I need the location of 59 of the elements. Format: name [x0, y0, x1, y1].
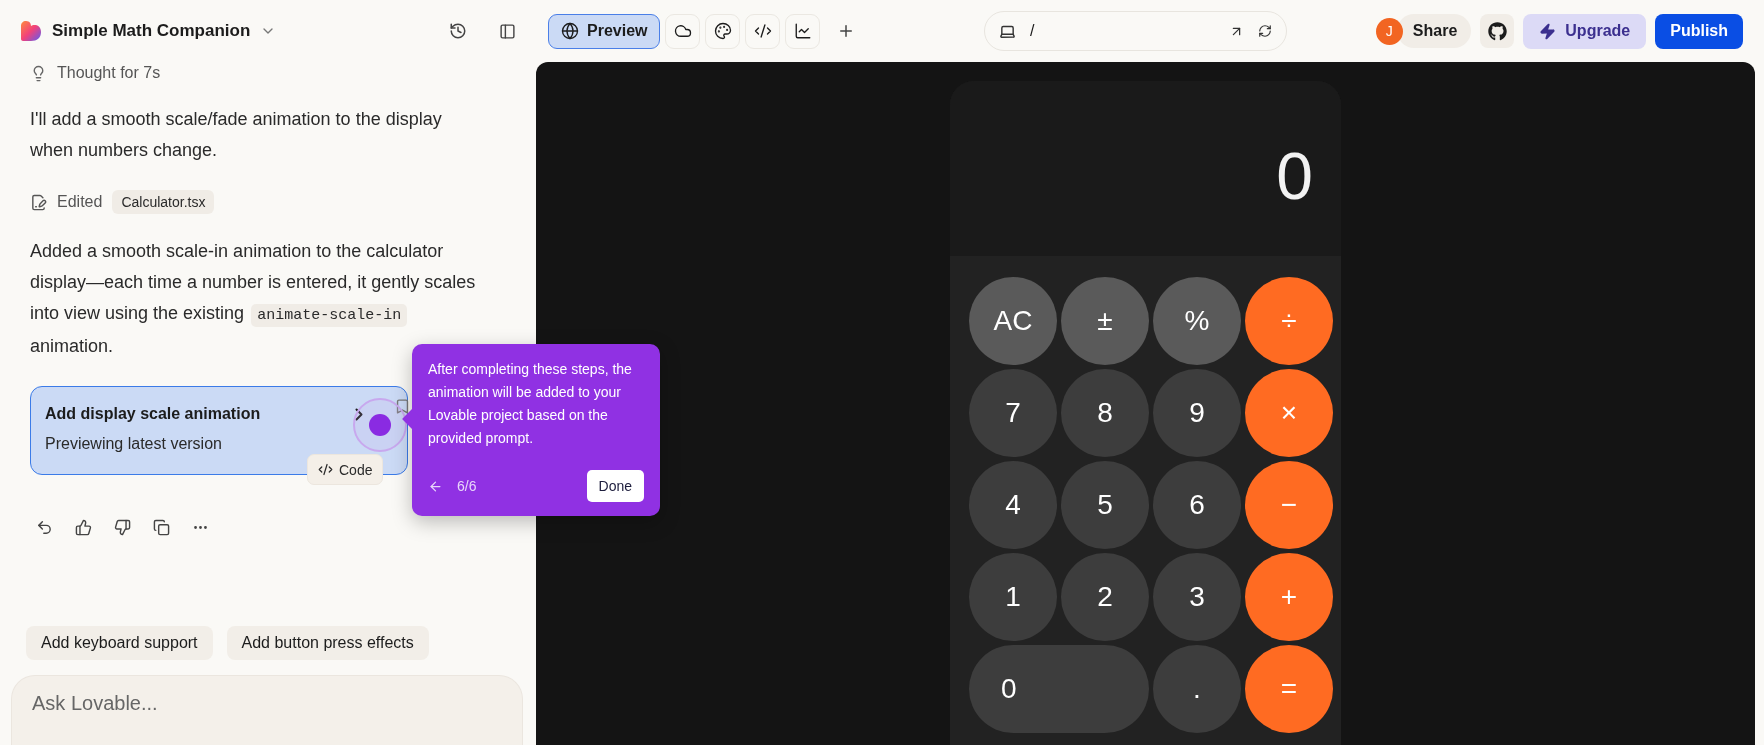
assistant-message: I'll add a smooth scale/fade animation to the display when numbers change. — [30, 108, 443, 162]
digit-key[interactable]: 0 — [969, 645, 1149, 733]
palette-icon — [714, 22, 732, 40]
edited-label: Edited — [57, 193, 103, 211]
refresh-icon[interactable] — [1257, 24, 1272, 38]
version-subtitle: Previewing latest version — [45, 435, 223, 453]
done-button[interactable]: Done — [586, 470, 644, 502]
github-icon — [1487, 21, 1507, 41]
chevron-right-icon — [355, 407, 363, 421]
code-icon — [318, 462, 333, 477]
url-path: / — [1029, 22, 1036, 40]
publish-button[interactable]: Publish — [1655, 13, 1743, 49]
cloud-icon — [674, 22, 692, 40]
code-icon — [754, 22, 772, 40]
digit-key[interactable]: 5 — [1061, 461, 1149, 549]
tour-text: After completing these steps, the animation will be added to your Lovable project based on the provided prompt. — [428, 360, 633, 448]
line-chart-icon — [794, 22, 812, 40]
step-counter: 6/6 — [457, 478, 478, 494]
digit-key[interactable]: . — [1153, 645, 1241, 733]
history-icon — [449, 22, 467, 40]
digit-key[interactable]: 2 — [1061, 553, 1149, 641]
undo-icon[interactable] — [36, 519, 53, 536]
digit-key[interactable]: 9 — [1153, 369, 1241, 457]
github-button[interactable] — [1480, 14, 1515, 48]
thought-label[interactable]: Thought for 7s — [57, 64, 161, 82]
thumbs-down-icon[interactable] — [114, 519, 131, 536]
digit-key[interactable]: 7 — [969, 369, 1057, 457]
upgrade-button[interactable]: Upgrade — [1523, 13, 1647, 49]
globe-icon — [561, 22, 579, 40]
logo-icon — [20, 20, 42, 42]
suggestion-chip[interactable]: Add button press effects — [226, 626, 429, 660]
digit-key[interactable]: 8 — [1061, 369, 1149, 457]
chat-input[interactable]: Ask Lovable... — [11, 675, 523, 745]
function-key[interactable]: ± — [1061, 277, 1149, 365]
thumbs-up-icon[interactable] — [75, 519, 92, 536]
preview-tab[interactable]: Preview — [548, 13, 661, 49]
digit-key[interactable]: 3 — [1153, 553, 1241, 641]
assistant-message: Added a smooth scale-in animation to the calculator display—each time a number is entered, it gently scales into view using the existing animate-scale-in animation. — [30, 240, 477, 358]
lightning-icon — [1539, 22, 1557, 40]
view-tab[interactable] — [785, 13, 821, 49]
view-tab[interactable] — [745, 13, 781, 49]
digit-key[interactable]: 6 — [1153, 461, 1241, 549]
view-tab[interactable] — [665, 13, 701, 49]
bookmark-icon[interactable] — [394, 398, 411, 415]
sidebar-icon — [499, 22, 516, 40]
code-button[interactable]: Code — [307, 454, 384, 485]
file-chip[interactable]: Calculator.tsx — [112, 190, 215, 214]
copy-icon[interactable] — [153, 519, 170, 536]
file-edit-icon — [30, 193, 47, 211]
digit-key[interactable]: 1 — [969, 553, 1057, 641]
digit-key[interactable]: 4 — [969, 461, 1057, 549]
version-title: Add display scale animation — [45, 405, 261, 423]
function-key[interactable]: AC — [969, 277, 1057, 365]
display-value: 0 — [1276, 137, 1313, 214]
suggestion-chip[interactable]: Add keyboard support — [26, 626, 213, 660]
project-title: Simple Math Companion — [52, 21, 251, 41]
tour-hotspot[interactable] — [353, 398, 407, 452]
view-tab[interactable] — [705, 13, 741, 49]
function-key[interactable]: % — [1153, 277, 1241, 365]
